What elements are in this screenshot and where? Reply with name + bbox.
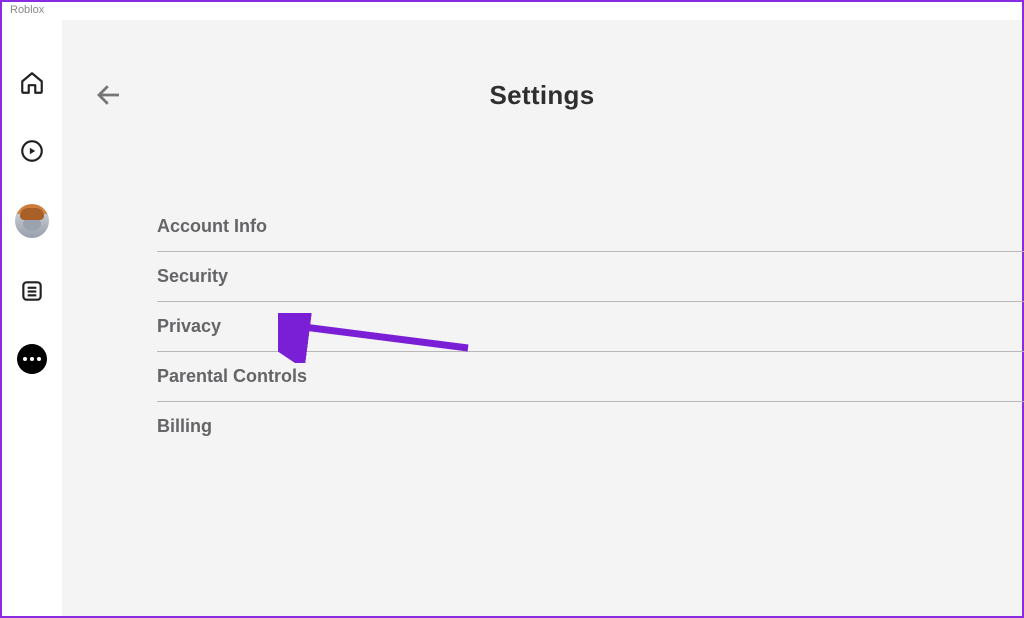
- window-titlebar: Roblox: [2, 2, 1022, 20]
- list-icon[interactable]: [17, 276, 47, 306]
- settings-item-label: Billing: [157, 416, 212, 436]
- settings-item-account-info[interactable]: Account Info: [157, 202, 1024, 252]
- settings-item-label: Parental Controls: [157, 366, 307, 386]
- back-button[interactable]: [94, 80, 130, 116]
- settings-list: Account Info Security Privacy Parental C…: [62, 130, 1022, 451]
- settings-item-label: Privacy: [157, 316, 221, 336]
- avatar[interactable]: [15, 204, 49, 238]
- settings-item-label: Security: [157, 266, 228, 286]
- page-title: Settings: [490, 80, 595, 111]
- home-icon[interactable]: [17, 68, 47, 98]
- settings-item-billing[interactable]: Billing: [157, 402, 1024, 451]
- sidebar: [2, 20, 62, 616]
- more-icon[interactable]: [17, 344, 47, 374]
- window-title: Roblox: [10, 4, 44, 16]
- settings-item-privacy[interactable]: Privacy: [157, 302, 1024, 352]
- main-content: Settings Account Info Security Privacy P…: [62, 20, 1022, 616]
- app-container: Settings Account Info Security Privacy P…: [2, 20, 1022, 616]
- play-icon[interactable]: [17, 136, 47, 166]
- settings-item-security[interactable]: Security: [157, 252, 1024, 302]
- settings-item-label: Account Info: [157, 216, 267, 236]
- settings-item-parental-controls[interactable]: Parental Controls: [157, 352, 1024, 402]
- header: Settings: [62, 20, 1022, 130]
